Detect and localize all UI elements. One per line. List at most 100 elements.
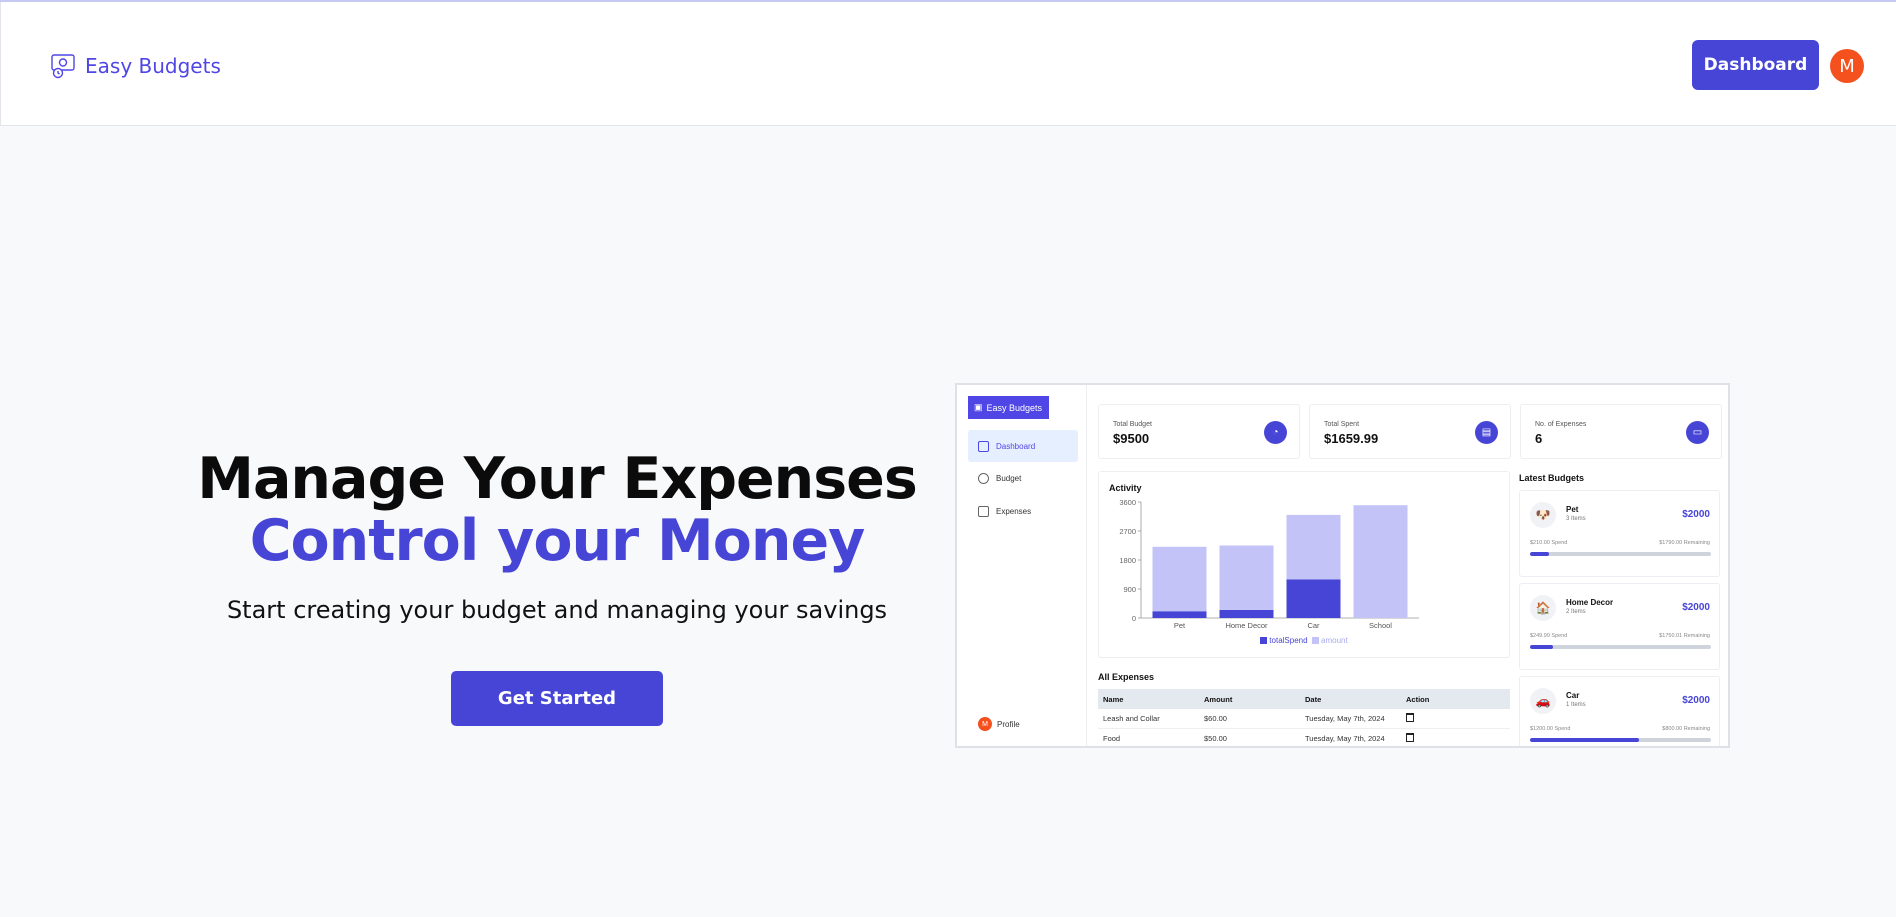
budget-items: 1 Items (1566, 702, 1586, 708)
bar-amount (1353, 505, 1408, 618)
legend-swatch-totalspend (1260, 637, 1268, 645)
y-tick-label: 900 (1123, 585, 1136, 594)
preview-profile-label: Profile (997, 719, 1020, 729)
expenses-table: Name Amount Date Action Leash and Collar… (1098, 689, 1510, 746)
preview-brand-name: Easy Budgets (986, 402, 1043, 413)
budget-items: 3 Items (1566, 516, 1586, 522)
preview-profile: M Profile (978, 717, 1020, 731)
legend-label-totalspend: totalSpend (1269, 636, 1308, 645)
y-tick-label: 1800 (1119, 556, 1136, 565)
bar-amount (1152, 546, 1207, 612)
table-cell: $50.00 (1204, 734, 1227, 743)
dog-emoji-icon: 🐶 (1530, 502, 1556, 528)
card-value: $1659.99 (1324, 431, 1379, 446)
budget-card-home-decor: 🏠 Home Decor 2 Items $2000 $249.99 Spend… (1519, 583, 1720, 670)
get-started-button[interactable]: Get Started (451, 671, 663, 726)
table-cell: Leash and Collar (1103, 714, 1160, 723)
budget-amount: $2000 (1682, 602, 1710, 613)
x-tick-label: Car (1307, 621, 1320, 630)
legend-label-amount: amount (1321, 636, 1348, 645)
dashboard-button[interactable]: Dashboard (1692, 40, 1819, 90)
preview-card-total-spent: Total Spent $1659.99 ▤ (1309, 404, 1511, 459)
preview-nav-label: Dashboard (996, 441, 1036, 451)
user-avatar[interactable]: M (1830, 49, 1864, 83)
table-cell: $60.00 (1204, 714, 1227, 723)
budget-name: Car (1566, 691, 1580, 700)
table-cell: Food (1103, 734, 1121, 743)
trash-icon (1406, 733, 1414, 742)
activity-panel: Activity 0 900 1800 2700 3600 Pet Home Decor Ca… (1098, 471, 1510, 658)
chart-legend: totalSpend amount (1099, 636, 1509, 645)
table-header-cell: Date (1305, 694, 1322, 704)
y-tick-label: 3600 (1119, 498, 1136, 507)
card-label: No. of Expenses (1535, 421, 1587, 428)
budget-card-pet: 🐶 Pet 3 Items $2000 $210.00 Spend $1790.… (1519, 490, 1720, 577)
hero-title: Manage Your Expenses Control your Money (197, 446, 918, 572)
x-tick-label: Pet (1174, 621, 1186, 630)
latest-budgets-title: Latest Budgets (1519, 473, 1585, 483)
y-tick-label: 2700 (1119, 527, 1136, 536)
budget-progress-bar (1530, 645, 1711, 649)
card-value: 6 (1535, 431, 1543, 446)
card-label: Total Spent (1324, 421, 1360, 428)
budget-remaining: $1790.00 Remaining (1659, 540, 1710, 546)
car-emoji-icon: 🚗 (1530, 688, 1556, 714)
bar-amount (1286, 514, 1341, 580)
table-cell: Tuesday, May 7th, 2024 (1305, 734, 1385, 743)
dashboard-preview: ▣ Easy Budgets Dashboard Budget Expenses… (955, 383, 1730, 748)
grid-icon (978, 440, 989, 452)
budget-name: Home Decor (1566, 598, 1614, 607)
bar-totalspend (1219, 609, 1274, 618)
budget-spend: $249.99 Spend (1530, 633, 1568, 639)
preview-nav-label: Budget (996, 473, 1022, 483)
y-tick-label: 0 (1132, 614, 1136, 623)
bar-totalspend (1286, 579, 1341, 618)
receipt-icon: ▤ (1475, 421, 1498, 444)
trash-icon (1406, 713, 1414, 722)
card-label: Total Budget (1113, 421, 1152, 428)
hero-title-line1: Manage Your Expenses (197, 446, 918, 512)
budget-items: 2 Items (1566, 609, 1586, 615)
table-cell (1401, 713, 1510, 724)
table-row: Food $50.00 Tuesday, May 7th, 2024 (1098, 729, 1510, 746)
preview-card-num-expenses: No. of Expenses 6 ▭ (1520, 404, 1722, 459)
preview-avatar: M (978, 717, 992, 731)
budget-progress-bar (1530, 738, 1711, 742)
preview-sidebar: ▣ Easy Budgets Dashboard Budget Expenses… (957, 385, 1087, 746)
budget-name: Pet (1566, 505, 1579, 514)
piggy-bank-icon: ◔ (1264, 421, 1287, 444)
preview-nav-dashboard: Dashboard (968, 430, 1078, 462)
table-cell: Tuesday, May 7th, 2024 (1305, 714, 1385, 723)
brand-logo[interactable]: Easy Budgets (49, 52, 221, 80)
wallet-icon: ▭ (1686, 421, 1709, 444)
budget-progress-fill (1530, 738, 1639, 742)
brand-name: Easy Budgets (85, 54, 221, 78)
legend-swatch-amount (1312, 637, 1320, 645)
preview-nav-expenses: Expenses (968, 495, 1078, 527)
table-header-cell: Action (1406, 694, 1430, 704)
budget-progress-fill (1530, 552, 1549, 556)
preview-brand: ▣ Easy Budgets (968, 396, 1049, 419)
budget-remaining: $1750.01 Remaining (1659, 633, 1710, 639)
activity-chart: 0 900 1800 2700 3600 Pet Home Decor Car School (1119, 498, 1419, 630)
all-expenses-title: All Expenses (1098, 672, 1155, 682)
budget-spend: $1200.00 Spend (1530, 726, 1571, 732)
table-header-row: Name Amount Date Action (1098, 689, 1510, 709)
table-header-cell: Amount (1204, 694, 1233, 704)
piggy-bank-icon (978, 472, 989, 484)
receipt-icon (978, 505, 989, 517)
budget-card-car: 🚗 Car 1 Items $2000 $1200.00 Spend $800.… (1519, 676, 1720, 746)
money-icon: ▣ (974, 402, 983, 412)
card-value: $9500 (1113, 431, 1150, 446)
x-tick-label: Home Decor (1225, 621, 1268, 630)
preview-nav-label: Expenses (996, 506, 1032, 516)
preview-card-total-budget: Total Budget $9500 ◔ (1098, 404, 1300, 459)
bar-totalspend (1152, 611, 1207, 618)
table-row: Leash and Collar $60.00 Tuesday, May 7th… (1098, 709, 1510, 729)
hero-subtitle: Start creating your budget and managing … (226, 596, 888, 624)
budget-amount: $2000 (1682, 509, 1710, 520)
money-icon (51, 54, 75, 79)
site-header: Easy Budgets Dashboard M (0, 2, 1896, 126)
budget-progress-bar (1530, 552, 1711, 556)
table-header-cell: Name (1103, 694, 1124, 704)
